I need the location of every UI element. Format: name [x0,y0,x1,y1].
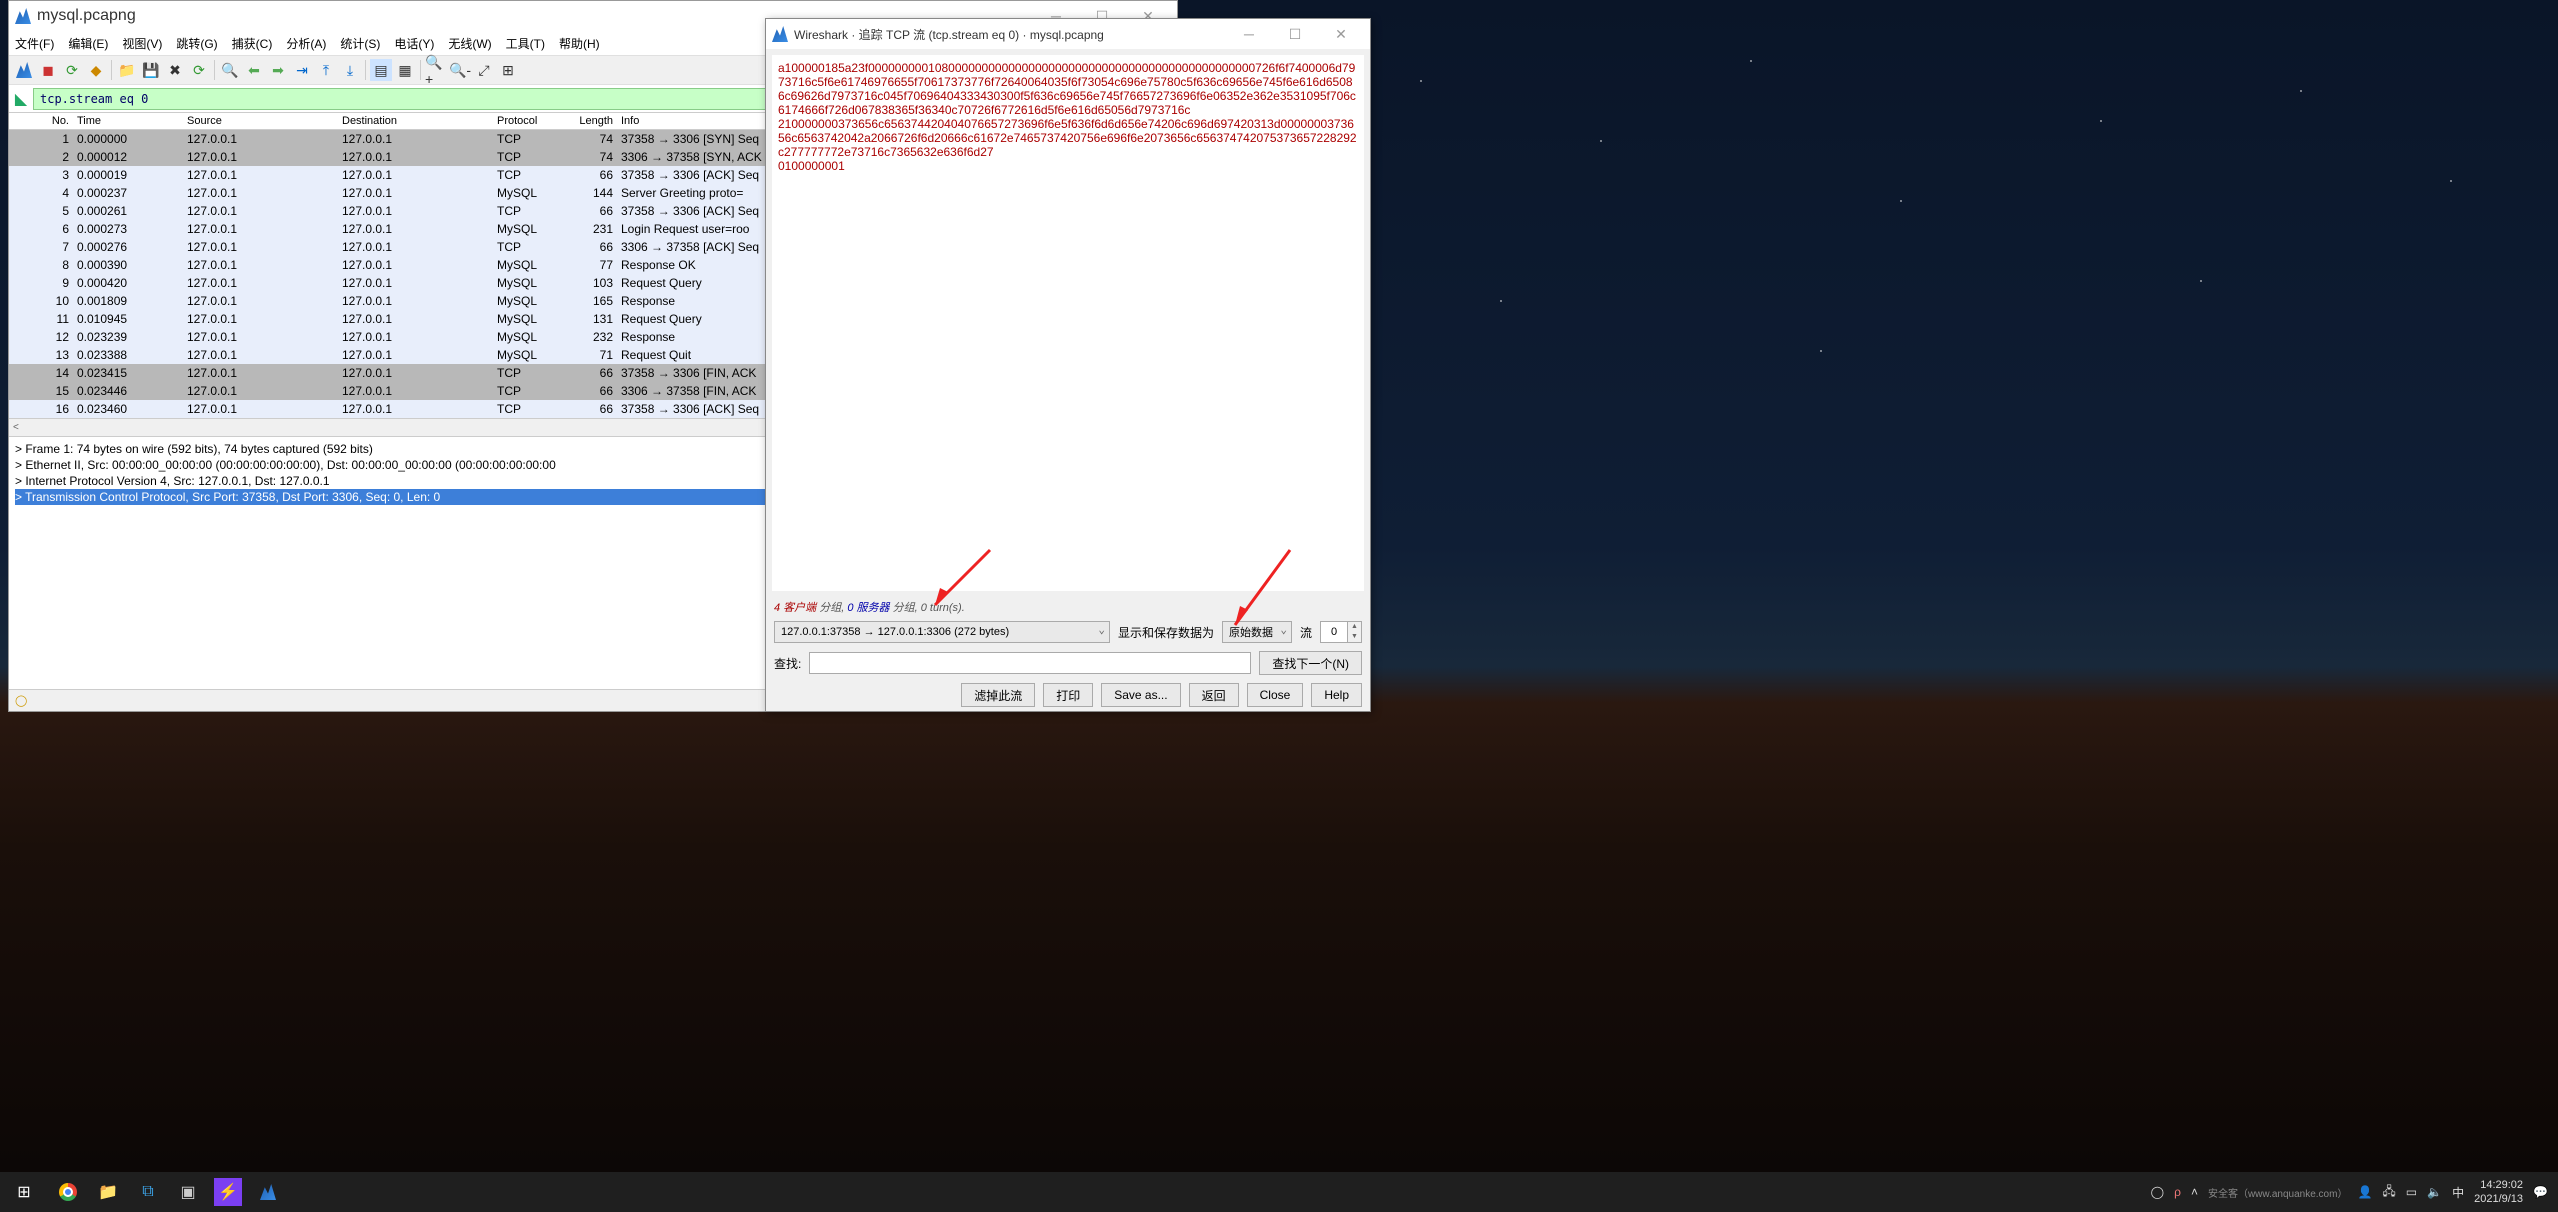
hex-client-3: 0100000001 [778,159,1358,173]
open-icon[interactable]: 📁 [116,59,138,81]
menu-item[interactable]: 工具(T) [506,35,545,52]
col-len[interactable]: Length [555,113,617,129]
task-wireshark-icon[interactable] [248,1172,288,1212]
show-as-select[interactable]: 原始数据 [1222,621,1292,643]
dialog-button[interactable]: 打印 [1043,683,1093,707]
menu-item[interactable]: 电话(Y) [394,35,434,52]
connection-select[interactable]: 127.0.0.1:37358 → 127.0.0.1:3306 (272 by… [774,621,1110,643]
follow-stream-dialog: Wireshark · 追踪 TCP 流 (tcp.stream eq 0) ·… [765,18,1371,712]
save-icon[interactable]: 💾 [140,59,162,81]
menu-item[interactable]: 捕获(C) [232,35,273,52]
col-time[interactable]: Time [73,113,183,129]
dialog-close-button[interactable]: ✕ [1318,19,1364,49]
close-file-icon[interactable]: ✖ [164,59,186,81]
find-label: 查找: [774,655,801,672]
menu-item[interactable]: 无线(W) [448,35,491,52]
tray-network-icon[interactable]: 🖧 [2382,1182,2395,1203]
tray-people-icon[interactable]: 👤 [2357,1185,2372,1199]
dialog-button[interactable]: 返回 [1189,683,1239,707]
col-no[interactable]: No. [9,113,73,129]
autoscroll-icon[interactable]: ▤ [370,59,392,81]
resize-cols-icon[interactable]: ⊞ [497,59,519,81]
task-vscode-icon[interactable]: ⧉ [128,1172,168,1212]
dialog-maximize-button[interactable]: ☐ [1272,19,1318,49]
tray-search-icon[interactable]: ◯ [2151,1185,2164,1199]
tray-clock[interactable]: 14:29:022021/9/13 [2474,1178,2523,1206]
tray-battery-icon[interactable]: ▭ [2406,1185,2417,1199]
task-app-icon[interactable]: ⚡ [214,1178,242,1206]
task-terminal-icon[interactable]: ▣ [168,1172,208,1212]
system-tray: ◯ ρ ˄ 安全客（www.anquanke.com） 👤 🖧 ▭ 🔈 中 14… [2141,1178,2558,1206]
dialog-button[interactable]: Help [1311,683,1362,707]
tray-volume-icon[interactable]: 🔈 [2427,1185,2442,1199]
wireshark-icon [772,26,788,42]
tray-chevron-icon[interactable]: ˄ [2191,1185,2198,1199]
stream-number-input[interactable] [1320,621,1348,643]
reload-icon[interactable]: ⟳ [188,59,210,81]
stream-content[interactable]: a100000185a23f00000000010800000000000000… [772,55,1364,591]
col-proto[interactable]: Protocol [493,113,555,129]
options-icon[interactable]: ◆ [85,59,107,81]
menu-item[interactable]: 分析(A) [286,35,326,52]
find-input[interactable] [809,652,1251,674]
status-ready-icon: ◯ [15,694,27,707]
find-next-button[interactable]: 查找下一个(N) [1259,651,1362,675]
dialog-minimize-button[interactable]: ─ [1226,19,1272,49]
menu-item[interactable]: 视图(V) [122,35,162,52]
window-title: mysql.pcapng [37,7,136,25]
goto-icon[interactable]: ⇥ [291,59,313,81]
stream-label: 流 [1300,624,1312,641]
hex-client-2: 210000000373656c656374420404076657273696… [778,117,1358,159]
stop-capture-icon[interactable]: ◼ [37,59,59,81]
tray-notifications-icon[interactable]: 💬 [2533,1185,2548,1199]
start-capture-icon[interactable] [13,59,35,81]
stream-summary: 4 客户端 分组, 0 服务器 分组, 0 turn(s). [766,597,1370,617]
show-as-label: 显示和保存数据为 [1118,624,1214,641]
find-icon[interactable]: 🔍 [219,59,241,81]
stream-spinner[interactable]: ▲▼ [1320,621,1362,643]
col-dst[interactable]: Destination [338,113,493,129]
menu-item[interactable]: 跳转(G) [176,35,217,52]
menu-item[interactable]: 编辑(E) [68,35,108,52]
dialog-title: Wireshark · 追踪 TCP 流 (tcp.stream eq 0) ·… [794,26,1104,43]
task-chrome-icon[interactable] [48,1172,88,1212]
next-icon[interactable]: ➡ [267,59,289,81]
task-explorer-icon[interactable]: 📁 [88,1172,128,1212]
wireshark-icon [15,8,31,24]
start-button[interactable]: ⊞ [0,1182,48,1202]
hex-client-1: a100000185a23f00000000010800000000000000… [778,61,1358,117]
dialog-button[interactable]: Close [1247,683,1304,707]
tray-ime[interactable]: 中 [2452,1184,2464,1201]
first-icon[interactable]: ⤒ [315,59,337,81]
bookmark-icon[interactable]: ◣ [9,89,33,109]
zoom-out-icon[interactable]: 🔍- [449,59,471,81]
menu-item[interactable]: 文件(F) [15,35,54,52]
restart-capture-icon[interactable]: ⟳ [61,59,83,81]
col-src[interactable]: Source [183,113,338,129]
menu-item[interactable]: 帮助(H) [559,35,600,52]
prev-icon[interactable]: ⬅ [243,59,265,81]
dialog-button[interactable]: Save as... [1101,683,1180,707]
dialog-titlebar[interactable]: Wireshark · 追踪 TCP 流 (tcp.stream eq 0) ·… [766,19,1370,49]
tray-cortana-icon[interactable]: ρ [2174,1185,2181,1199]
last-icon[interactable]: ⤓ [339,59,361,81]
menu-item[interactable]: 统计(S) [340,35,380,52]
colorize-icon[interactable]: ▦ [394,59,416,81]
dialog-button[interactable]: 滤掉此流 [961,683,1035,707]
zoom-in-icon[interactable]: 🔍+ [425,59,447,81]
zoom-reset-icon[interactable]: ⤢ [473,59,495,81]
taskbar: ⊞ 📁 ⧉ ▣ ⚡ ◯ ρ ˄ 安全客（www.anquanke.com） 👤 … [0,1172,2558,1212]
watermark-text: 安全客（www.anquanke.com） [2208,1185,2348,1200]
